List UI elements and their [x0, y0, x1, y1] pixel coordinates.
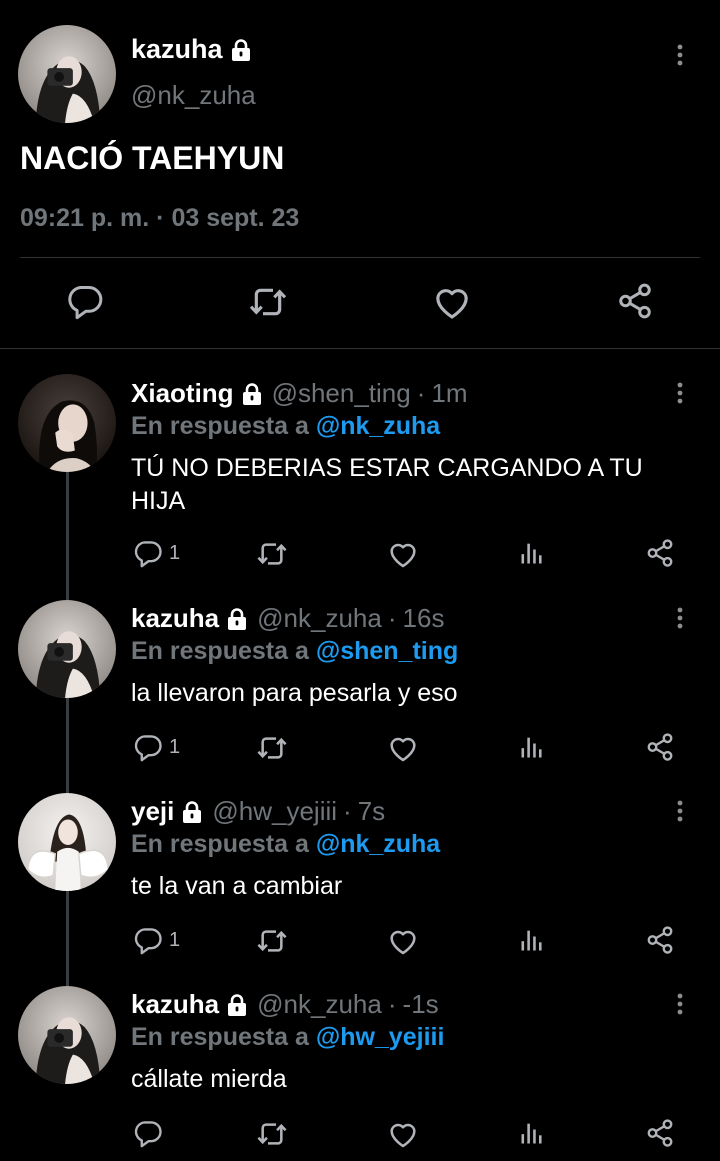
reply-action[interactable] — [133, 1118, 169, 1148]
thread-line — [66, 470, 69, 600]
author-name[interactable]: Xiaoting — [131, 378, 234, 409]
divider — [0, 348, 720, 349]
reply-count: 1 — [169, 541, 181, 564]
avatar[interactable] — [18, 374, 116, 472]
like-icon[interactable] — [387, 732, 419, 764]
mention-link[interactable]: @hw_yejiii — [316, 1023, 445, 1051]
retweet-icon[interactable] — [248, 282, 288, 322]
reply-time[interactable]: 7s — [358, 796, 385, 827]
reply-text: cállate mierda — [131, 1065, 287, 1093]
more-options-icon[interactable] — [668, 796, 692, 826]
lock-icon — [229, 38, 253, 62]
author-name-row[interactable]: kazuha — [131, 34, 253, 65]
in-reply-prefix: En respuesta a — [131, 830, 309, 858]
reply-icon[interactable] — [133, 1118, 163, 1148]
like-icon[interactable] — [387, 925, 419, 957]
reply-count: 1 — [169, 928, 181, 951]
in-reply-prefix: En respuesta a — [131, 637, 309, 665]
avatar[interactable] — [18, 986, 116, 1084]
reply-header: kazuha @nk_zuha · 16s — [131, 603, 444, 634]
retweet-icon[interactable] — [256, 925, 288, 957]
tweet-text: NACIÓ TAEHYUN — [20, 140, 285, 176]
author-name[interactable]: kazuha — [131, 34, 223, 65]
lock-icon — [225, 607, 249, 631]
in-reply-to: En respuesta a @shen_ting — [131, 637, 458, 666]
thread-line — [66, 890, 69, 986]
like-icon[interactable] — [432, 282, 472, 322]
mention-link[interactable]: @nk_zuha — [316, 830, 440, 858]
author-handle[interactable]: @hw_yejiii — [212, 796, 337, 827]
author-handle[interactable]: @nk_zuha — [257, 603, 382, 634]
in-reply-prefix: En respuesta a — [131, 1023, 309, 1051]
in-reply-prefix: En respuesta a — [131, 412, 309, 440]
author-handle[interactable]: @nk_zuha — [257, 989, 382, 1020]
lock-icon — [240, 382, 264, 406]
in-reply-to: En respuesta a @nk_zuha — [131, 830, 440, 859]
reply-icon[interactable] — [66, 282, 104, 320]
reply-text: te la van a cambiar — [131, 872, 343, 900]
like-icon[interactable] — [387, 538, 419, 570]
author-handle[interactable]: @nk_zuha — [131, 80, 256, 111]
retweet-icon[interactable] — [256, 1118, 288, 1150]
avatar[interactable] — [18, 600, 116, 698]
thread-line — [66, 696, 69, 794]
more-options-icon[interactable] — [668, 40, 692, 70]
in-reply-to: En respuesta a @hw_yejiii — [131, 1023, 444, 1052]
share-icon[interactable] — [645, 1118, 675, 1148]
author-name[interactable]: yeji — [131, 796, 174, 827]
more-options-icon[interactable] — [668, 378, 692, 408]
reply-time[interactable]: 16s — [403, 603, 445, 634]
share-icon[interactable] — [645, 925, 675, 955]
reply-time[interactable]: 1m — [431, 378, 467, 409]
reply-header: yeji @hw_yejiii · 7s — [131, 796, 385, 827]
reply-text: la llevaron para pesarla y eso — [131, 679, 458, 707]
views-icon[interactable] — [518, 1118, 546, 1148]
reply-icon[interactable] — [133, 538, 163, 568]
divider — [20, 257, 700, 258]
more-options-icon[interactable] — [668, 603, 692, 633]
reply-action[interactable]: 1 — [133, 732, 180, 762]
avatar[interactable] — [18, 793, 116, 891]
reply-action[interactable]: 1 — [133, 538, 180, 568]
separator-dot: · — [387, 989, 397, 1019]
reply-icon[interactable] — [133, 925, 163, 955]
reply-header: Xiaoting @shen_ting · 1m — [131, 378, 468, 409]
author-name[interactable]: kazuha — [131, 989, 219, 1020]
lock-icon — [180, 800, 204, 824]
in-reply-to: En respuesta a @nk_zuha — [131, 412, 440, 441]
author-name[interactable]: kazuha — [131, 603, 219, 634]
views-icon[interactable] — [518, 925, 546, 955]
mention-link[interactable]: @nk_zuha — [316, 412, 440, 440]
separator-dot: · — [387, 603, 397, 633]
reply-count: 1 — [169, 735, 181, 758]
mention-link[interactable]: @shen_ting — [316, 637, 458, 665]
views-icon[interactable] — [518, 732, 546, 762]
reply-icon[interactable] — [133, 732, 163, 762]
separator-dot: · — [343, 796, 352, 826]
author-handle[interactable]: @shen_ting — [272, 378, 411, 409]
reply-action[interactable]: 1 — [133, 925, 180, 955]
share-icon[interactable] — [616, 282, 654, 320]
more-options-icon[interactable] — [668, 989, 692, 1019]
main-tweet: kazuha @nk_zuha NACIÓ TAEHYUN 09:21 p. m… — [0, 0, 720, 349]
like-icon[interactable] — [387, 1118, 419, 1150]
tweet-timestamp[interactable]: 09:21 p. m. · 03 sept. 23 — [20, 204, 299, 233]
avatar[interactable] — [18, 25, 116, 123]
share-icon[interactable] — [645, 732, 675, 762]
reply-time[interactable]: -1s — [403, 989, 439, 1020]
share-icon[interactable] — [645, 538, 675, 568]
separator-dot: · — [416, 378, 426, 408]
reply-header: kazuha @nk_zuha · -1s — [131, 989, 439, 1020]
retweet-icon[interactable] — [256, 538, 288, 570]
reply-text: TÚ NO DEBERIAS ESTAR CARGANDO A TU HIJA — [131, 454, 643, 515]
lock-icon — [225, 993, 249, 1017]
retweet-icon[interactable] — [256, 732, 288, 764]
views-icon[interactable] — [518, 538, 546, 568]
